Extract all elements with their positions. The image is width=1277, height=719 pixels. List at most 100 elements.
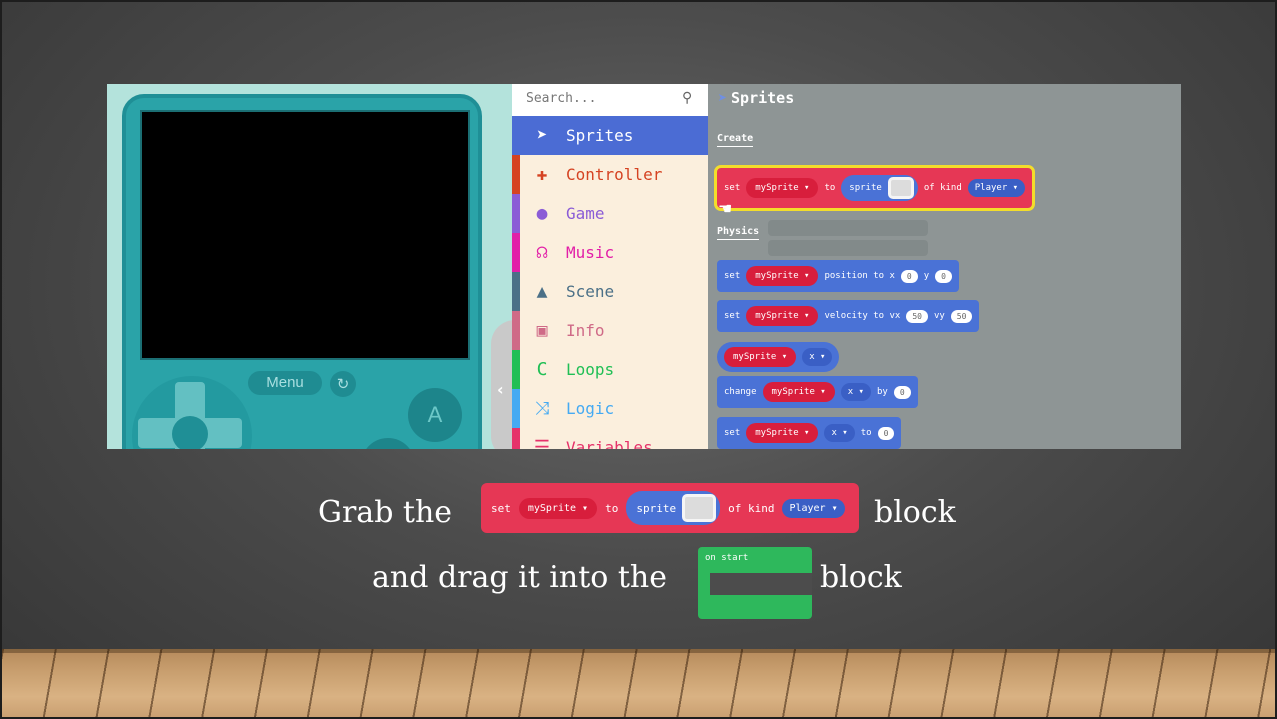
- set-position-block[interactable]: set mySprite ▾ position to x 0 y 0: [717, 260, 959, 292]
- tree-icon: ▲: [536, 281, 548, 302]
- number-input[interactable]: 50: [950, 309, 973, 323]
- block-text: to: [824, 183, 836, 193]
- ghost-block: [768, 240, 928, 256]
- sprite-image-pill[interactable]: sprite: [841, 175, 918, 201]
- sprite-image-pill: sprite: [626, 491, 721, 525]
- instruction-block2-text: block: [820, 560, 902, 595]
- instruction-drag-text: and drag it into the: [372, 560, 668, 595]
- toolbox: Search... ⚲ ➤ Sprites ✚ Controller ● Gam…: [512, 84, 708, 449]
- game-console: Menu ↻ A: [122, 94, 482, 449]
- menu-button[interactable]: Menu: [248, 371, 322, 395]
- set-property-block[interactable]: set mySprite ▾ x ▾ to 0: [717, 417, 902, 449]
- block-text: y: [923, 271, 930, 281]
- category-variables[interactable]: ☰ Variables: [512, 428, 708, 449]
- block-text: set: [724, 428, 741, 438]
- game-screen: [140, 110, 470, 360]
- search-placeholder: Search...: [526, 91, 597, 106]
- category-stripe: [512, 233, 520, 272]
- block-text: position to x: [824, 271, 895, 281]
- paper-plane-icon: ➤: [536, 125, 548, 146]
- instruction-block-text: block: [874, 495, 956, 530]
- number-input[interactable]: 0: [877, 426, 895, 440]
- category-controller[interactable]: ✚ Controller: [512, 155, 708, 194]
- category-stripe: [512, 428, 520, 449]
- sprite-property-block[interactable]: mySprite ▾ x ▾: [717, 342, 840, 372]
- number-input[interactable]: 50: [906, 309, 928, 323]
- block-text: velocity to vx: [824, 311, 901, 321]
- block-text: of kind: [923, 183, 962, 193]
- number-input[interactable]: 0: [900, 269, 918, 283]
- property-dropdown[interactable]: x ▾: [840, 383, 871, 401]
- hand-cursor-icon: ☚: [718, 199, 733, 218]
- category-music[interactable]: ☊ Music: [512, 233, 708, 272]
- number-input[interactable]: 0: [935, 269, 952, 283]
- category-label: Variables: [566, 438, 653, 449]
- block-text: vy: [933, 311, 945, 321]
- circle-icon: ●: [536, 203, 548, 224]
- category-scene[interactable]: ▲ Scene: [512, 272, 708, 311]
- category-label: Sprites: [566, 126, 634, 145]
- block-text: set: [724, 271, 741, 281]
- block-text: by: [876, 387, 888, 397]
- block-text: set: [724, 183, 741, 193]
- block-text: sprite: [636, 501, 677, 515]
- category-stripe: [512, 311, 520, 350]
- b-button[interactable]: [361, 438, 415, 449]
- category-stripe: [512, 194, 520, 233]
- category-game[interactable]: ● Game: [512, 194, 708, 233]
- category-label: Logic: [566, 399, 615, 418]
- ghost-block: [768, 220, 928, 236]
- property-dropdown[interactable]: x ▾: [824, 424, 855, 442]
- gamepad-icon: ✚: [536, 164, 548, 185]
- variable-dropdown[interactable]: mySprite ▾: [746, 306, 819, 326]
- on-start-block-illustration: on start: [698, 547, 812, 619]
- set-sprite-block-illustration: set mySprite ▾ to sprite of kind Player …: [481, 483, 859, 533]
- variable-dropdown: mySprite ▾: [518, 497, 598, 519]
- variable-dropdown[interactable]: mySprite ▾: [746, 266, 819, 286]
- category-sprites[interactable]: ➤ Sprites: [512, 116, 708, 155]
- set-sprite-block[interactable]: set mySprite ▾ to sprite of kind Player …: [713, 165, 1036, 211]
- category-stripe: [512, 389, 520, 428]
- property-dropdown[interactable]: x ▾: [802, 348, 833, 366]
- block-text: to: [605, 501, 619, 515]
- kind-dropdown[interactable]: Player ▾: [967, 179, 1026, 197]
- block-text: sprite: [849, 183, 882, 193]
- category-stripe: [512, 272, 520, 311]
- on-start-slot: [710, 573, 812, 595]
- a-button[interactable]: A: [408, 388, 462, 442]
- category-loops[interactable]: C Loops: [512, 350, 708, 389]
- set-velocity-block[interactable]: set mySprite ▾ velocity to vx 50 vy 50: [717, 300, 980, 332]
- block-text: set: [491, 501, 511, 515]
- chevron-left-icon: ‹: [497, 380, 504, 399]
- category-label: Controller: [566, 165, 663, 184]
- on-start-label: on start: [705, 553, 749, 563]
- variable-dropdown[interactable]: mySprite ▾: [724, 347, 797, 367]
- variable-dropdown[interactable]: mySprite ▾: [746, 178, 819, 198]
- restart-icon[interactable]: ↻: [330, 371, 356, 397]
- change-by-block[interactable]: change mySprite ▾ x ▾ by 0: [717, 376, 918, 408]
- block-text: change: [724, 387, 757, 397]
- category-label: Info: [566, 321, 605, 340]
- kind-dropdown: Player ▾: [782, 498, 845, 518]
- id-card-icon: ▣: [536, 320, 548, 341]
- loop-icon: C: [536, 359, 548, 380]
- flyout-title-text: Sprites: [731, 89, 795, 107]
- category-label: Music: [566, 243, 615, 262]
- category-stripe: [512, 350, 520, 389]
- simulator-panel: Menu ↻ A ‹: [107, 84, 515, 449]
- dpad-center: [172, 416, 208, 449]
- category-logic[interactable]: ⤨ Logic: [512, 389, 708, 428]
- variable-dropdown[interactable]: mySprite ▾: [762, 382, 835, 402]
- instruction-grab-text: Grab the: [318, 495, 453, 530]
- category-info[interactable]: ▣ Info: [512, 311, 708, 350]
- sprite-image-slot[interactable]: [887, 177, 914, 199]
- category-label: Game: [566, 204, 605, 223]
- blocks-flyout: ➤ Sprites Create set mySprite ▾ to sprite…: [708, 84, 1181, 449]
- block-text: of kind: [728, 501, 775, 515]
- variable-dropdown[interactable]: mySprite ▾: [746, 423, 819, 443]
- block-text: to: [860, 428, 872, 438]
- number-input[interactable]: 0: [893, 385, 911, 399]
- search-icon[interactable]: ⚲: [682, 90, 692, 106]
- list-icon: ☰: [533, 437, 551, 449]
- toolbox-search[interactable]: Search... ⚲: [512, 84, 708, 116]
